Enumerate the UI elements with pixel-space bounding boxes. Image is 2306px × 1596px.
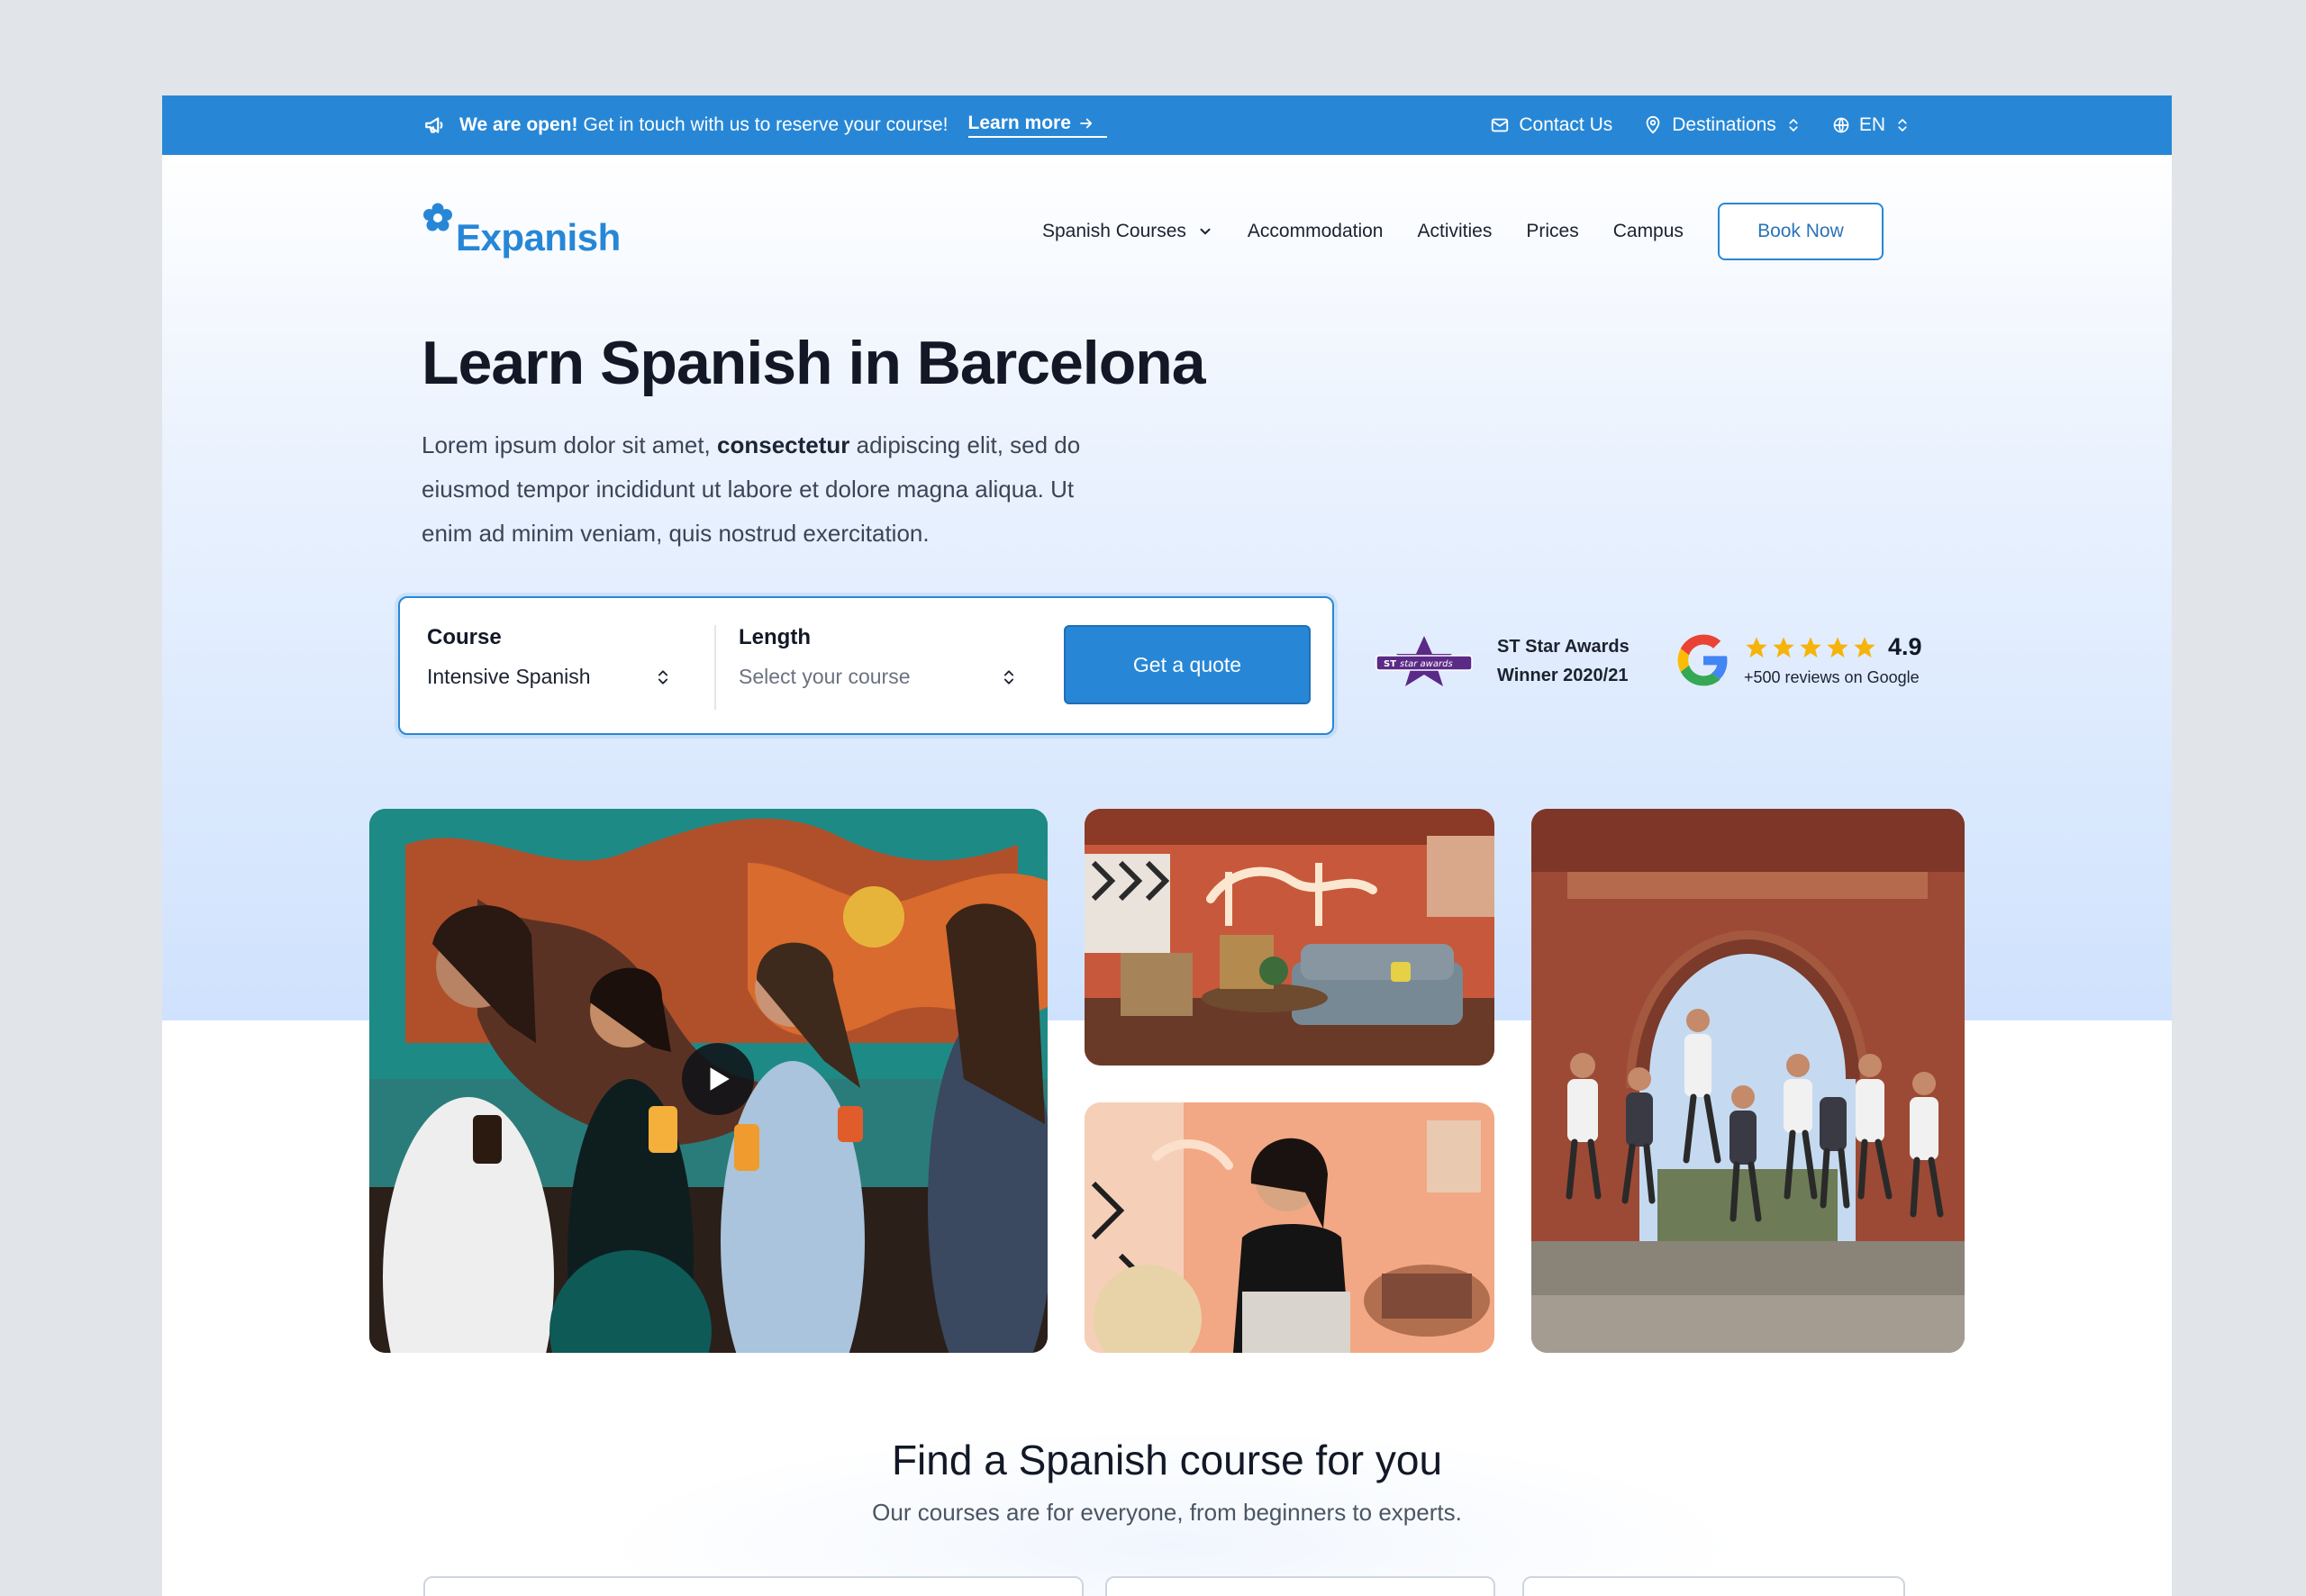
length-value-row: Select your course [739, 665, 1018, 689]
language-select[interactable]: EN [1832, 114, 1911, 136]
award-text: ST Star Awards Winner 2020/21 [1497, 632, 1630, 690]
lede-bold: consectetur [717, 431, 850, 458]
brand-name: Expanish [456, 216, 621, 258]
arc-de-triomf-photo [1531, 809, 1965, 1353]
chevron-down-icon [1200, 228, 1211, 235]
play-button[interactable] [682, 1043, 754, 1115]
length-select[interactable]: Length Select your course [739, 625, 1018, 689]
arch-jumping-group-photo [1531, 809, 1965, 1353]
award-line-1: ST Star Awards [1497, 637, 1630, 657]
st-star-award: ST star awards ST Star Awards Winner 202… [1375, 632, 1630, 690]
chevron-up-down-icon [1898, 119, 1907, 131]
award-line-2: Winner 2020/21 [1497, 666, 1629, 685]
page-frame: We are open! Get in touch with us to res… [162, 95, 2172, 1596]
star-award-badge-icon: ST star awards [1375, 636, 1473, 686]
announcement-text: Get in touch with us to reserve your cou… [583, 114, 949, 135]
course-value-row: Intensive Spanish [427, 665, 672, 689]
megaphone-icon [425, 117, 443, 133]
language-label: EN [1858, 114, 1885, 135]
learn-more-label: Learn more [967, 113, 1071, 133]
star-icon [1773, 636, 1794, 657]
rating-value: 4.9 [1888, 633, 1922, 660]
announcement-bold: We are open! [459, 114, 578, 135]
star-rating: 4.9 [1744, 633, 1922, 661]
course-value: Intensive Spanish [427, 665, 591, 688]
announcement: We are open! Get in touch with us to res… [423, 95, 1107, 155]
globe-icon [1833, 117, 1849, 133]
length-label: Length [739, 625, 811, 649]
play-icon [710, 1067, 730, 1091]
nav-spanish-courses[interactable]: Spanish Courses [1042, 221, 1213, 242]
student-classroom-photo [1085, 1102, 1494, 1353]
nav-label: Spanish Courses [1042, 221, 1186, 241]
section-subtitle: Our courses are for everyone, from begin… [872, 1499, 1462, 1526]
badge-text: star awards [1400, 659, 1453, 669]
book-now-button[interactable]: Book Now [1717, 203, 1884, 260]
arrow-right-icon [1079, 118, 1093, 129]
google-rating-text: 4.9 +500 reviews on Google [1744, 633, 1922, 687]
main-nav: Spanish Courses Accommodation Activities… [1042, 201, 1884, 262]
contact-us-label: Contact Us [1519, 114, 1613, 135]
chevron-up-down-icon [1789, 119, 1798, 131]
page-title: Learn Spanish in Barcelona [422, 329, 1206, 397]
length-placeholder: Select your course [739, 665, 911, 688]
get-quote-button[interactable]: Get a quote [1064, 625, 1311, 704]
course-card[interactable] [1522, 1576, 1905, 1596]
field-divider [714, 625, 716, 710]
nav-campus[interactable]: Campus [1613, 221, 1684, 242]
google-logo-icon [1677, 634, 1728, 686]
lounge-photo [1085, 809, 1494, 1066]
reviews-count: +500 reviews on Google [1744, 668, 1920, 686]
flower-logo-icon [423, 203, 452, 231]
contact-us-link[interactable]: Contact Us [1490, 114, 1612, 136]
quote-form: Course Intensive Spanish Length Select y… [398, 596, 1334, 735]
hero-description: Lorem ipsum dolor sit amet, consectetur … [422, 423, 1124, 556]
announcement-bar: We are open! Get in touch with us to res… [162, 95, 2172, 155]
learn-more-link[interactable]: Learn more [967, 113, 1107, 138]
badge-mark: ST [1384, 659, 1396, 669]
map-pin-icon [1646, 115, 1660, 134]
nav-activities[interactable]: Activities [1418, 221, 1493, 242]
destinations-label: Destinations [1672, 114, 1776, 135]
video-thumbnail[interactable] [369, 809, 1048, 1353]
smiling-student-photo [1085, 1102, 1494, 1353]
section-title: Find a Spanish course for you [891, 1437, 1443, 1483]
star-icon [1800, 636, 1821, 657]
course-label: Course [427, 625, 502, 649]
nav-accommodation[interactable]: Accommodation [1248, 221, 1384, 242]
star-icon [1746, 636, 1767, 657]
course-select[interactable]: Course Intensive Spanish [427, 625, 672, 689]
campus-lounge-photo [1085, 809, 1494, 1066]
course-card[interactable] [1105, 1576, 1495, 1596]
lede-start: Lorem ipsum dolor sit amet, [422, 431, 718, 458]
expanish-logo[interactable]: Expanish [422, 202, 621, 259]
star-icon [1854, 636, 1875, 657]
course-card[interactable] [423, 1576, 1084, 1596]
nav-prices[interactable]: Prices [1526, 221, 1578, 242]
destinations-select[interactable]: Destinations [1643, 114, 1802, 136]
chevron-up-down-icon [1003, 669, 1014, 685]
google-rating: 4.9 +500 reviews on Google [1675, 632, 1922, 688]
star-icon [1827, 636, 1848, 657]
topbar-utilities: Contact Us Destinations EN [1490, 95, 1911, 155]
mail-icon [1492, 118, 1509, 132]
chevron-up-down-icon [658, 669, 668, 685]
